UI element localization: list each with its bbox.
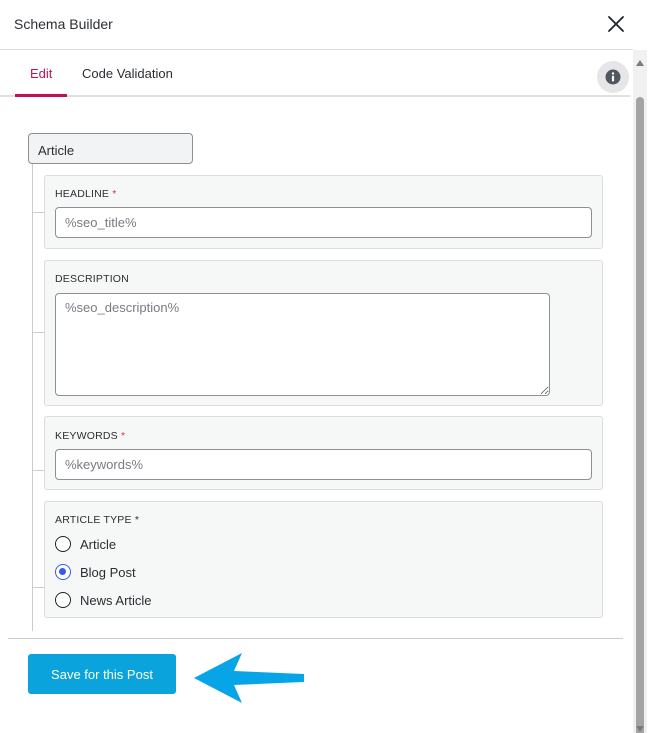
scroll-down-icon[interactable] — [636, 719, 644, 732]
headline-input[interactable] — [55, 207, 592, 238]
schema-builder-modal: Schema Builder Edit Code Validation Arti… — [0, 0, 663, 733]
radio-button[interactable] — [55, 592, 71, 608]
save-for-post-button[interactable]: Save for this Post — [28, 654, 176, 694]
radio-button-checked[interactable] — [55, 564, 71, 580]
tree-connector — [32, 164, 33, 631]
tab-active-indicator — [15, 94, 67, 97]
tab-bar: Edit Code Validation — [0, 50, 630, 97]
tab-code-validation[interactable]: Code Validation — [82, 66, 173, 81]
radio-option-news-article[interactable]: News Article — [55, 591, 152, 609]
tree-tick — [32, 587, 44, 588]
arrow-left-icon — [192, 650, 306, 706]
tab-edit[interactable]: Edit — [30, 66, 52, 81]
schema-type-label: Article — [28, 133, 193, 164]
radio-label: News Article — [80, 592, 152, 608]
keywords-label: KEYWORDS * — [55, 430, 126, 442]
description-field-group: DESCRIPTION — [44, 260, 603, 406]
headline-label: HEADLINE * — [55, 188, 117, 200]
footer-divider — [8, 638, 623, 639]
info-icon[interactable] — [597, 61, 629, 93]
keywords-input[interactable] — [55, 449, 592, 480]
scrollbar[interactable] — [633, 50, 647, 733]
modal-title: Schema Builder — [14, 16, 113, 32]
close-icon[interactable] — [604, 12, 628, 36]
radio-option-blog-post[interactable]: Blog Post — [55, 563, 136, 581]
keywords-field-group: KEYWORDS * — [44, 416, 603, 490]
radio-label: Blog Post — [80, 564, 136, 580]
modal-header: Schema Builder — [0, 0, 633, 50]
article-type-label: ARTICLE TYPE * — [55, 514, 140, 526]
scrollbar-thumb[interactable] — [636, 97, 644, 733]
description-textarea[interactable] — [55, 293, 550, 396]
radio-button[interactable] — [55, 536, 71, 552]
headline-field-group: HEADLINE * — [44, 175, 603, 249]
description-label: DESCRIPTION — [55, 273, 129, 285]
tree-tick — [32, 470, 44, 471]
tree-tick — [32, 332, 44, 333]
radio-option-article[interactable]: Article — [55, 535, 116, 553]
article-type-field-group: ARTICLE TYPE * Article Blog Post News Ar… — [44, 501, 603, 618]
radio-label: Article — [80, 536, 117, 552]
schema-content: Article HEADLINE * DESCRIPTION KEYWORDS … — [0, 99, 633, 639]
scroll-up-icon[interactable] — [636, 53, 644, 66]
tree-tick — [32, 212, 44, 213]
